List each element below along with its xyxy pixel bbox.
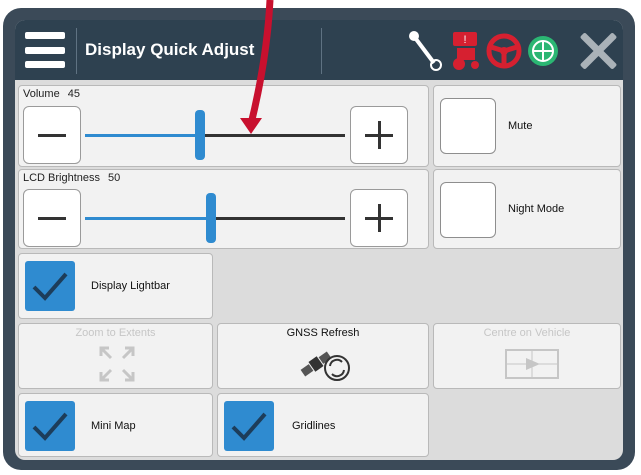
callout-pointer [240,0,274,134]
